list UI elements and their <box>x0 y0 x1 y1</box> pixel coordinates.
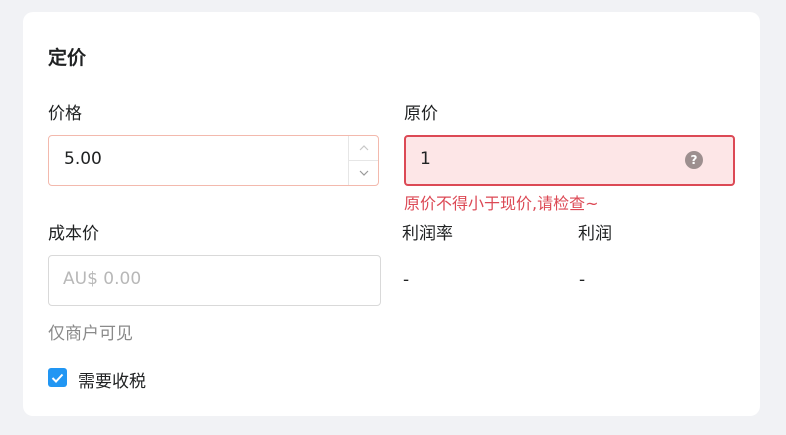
cost-hint: 仅商户可见 <box>48 324 133 344</box>
price-stepper <box>348 136 378 185</box>
price-input[interactable]: 5.00 <box>48 135 379 186</box>
original-price-label: 原价 <box>404 104 438 124</box>
chevron-down-icon <box>359 170 368 176</box>
tax-label[interactable]: 需要收税 <box>78 367 146 392</box>
profit-value: - <box>579 270 586 290</box>
price-value: 5.00 <box>64 149 102 169</box>
original-price-value: 1 <box>420 149 431 169</box>
cost-placeholder: AU$ 0.00 <box>63 269 142 289</box>
original-price-error: 原价不得小于现价,请检查~ <box>404 194 599 213</box>
tax-checkbox[interactable] <box>48 368 67 387</box>
decrement-button[interactable] <box>349 161 378 185</box>
chevron-up-icon <box>359 145 368 151</box>
pricing-card: 定价 价格 5.00 原价 1 ? 原价不得小于现价,请检查~ 成本价 AU$ … <box>23 12 760 416</box>
cost-label: 成本价 <box>48 224 99 244</box>
margin-value: - <box>403 270 410 290</box>
question-icon[interactable]: ? <box>685 151 703 169</box>
price-label: 价格 <box>48 104 82 124</box>
section-title: 定价 <box>48 47 87 69</box>
profit-label: 利润 <box>578 224 612 244</box>
original-price-input[interactable]: 1 ? <box>404 135 735 186</box>
margin-label: 利润率 <box>402 224 453 244</box>
increment-button[interactable] <box>349 136 378 161</box>
checkmark-icon <box>51 373 64 383</box>
cost-input[interactable]: AU$ 0.00 <box>48 255 381 306</box>
